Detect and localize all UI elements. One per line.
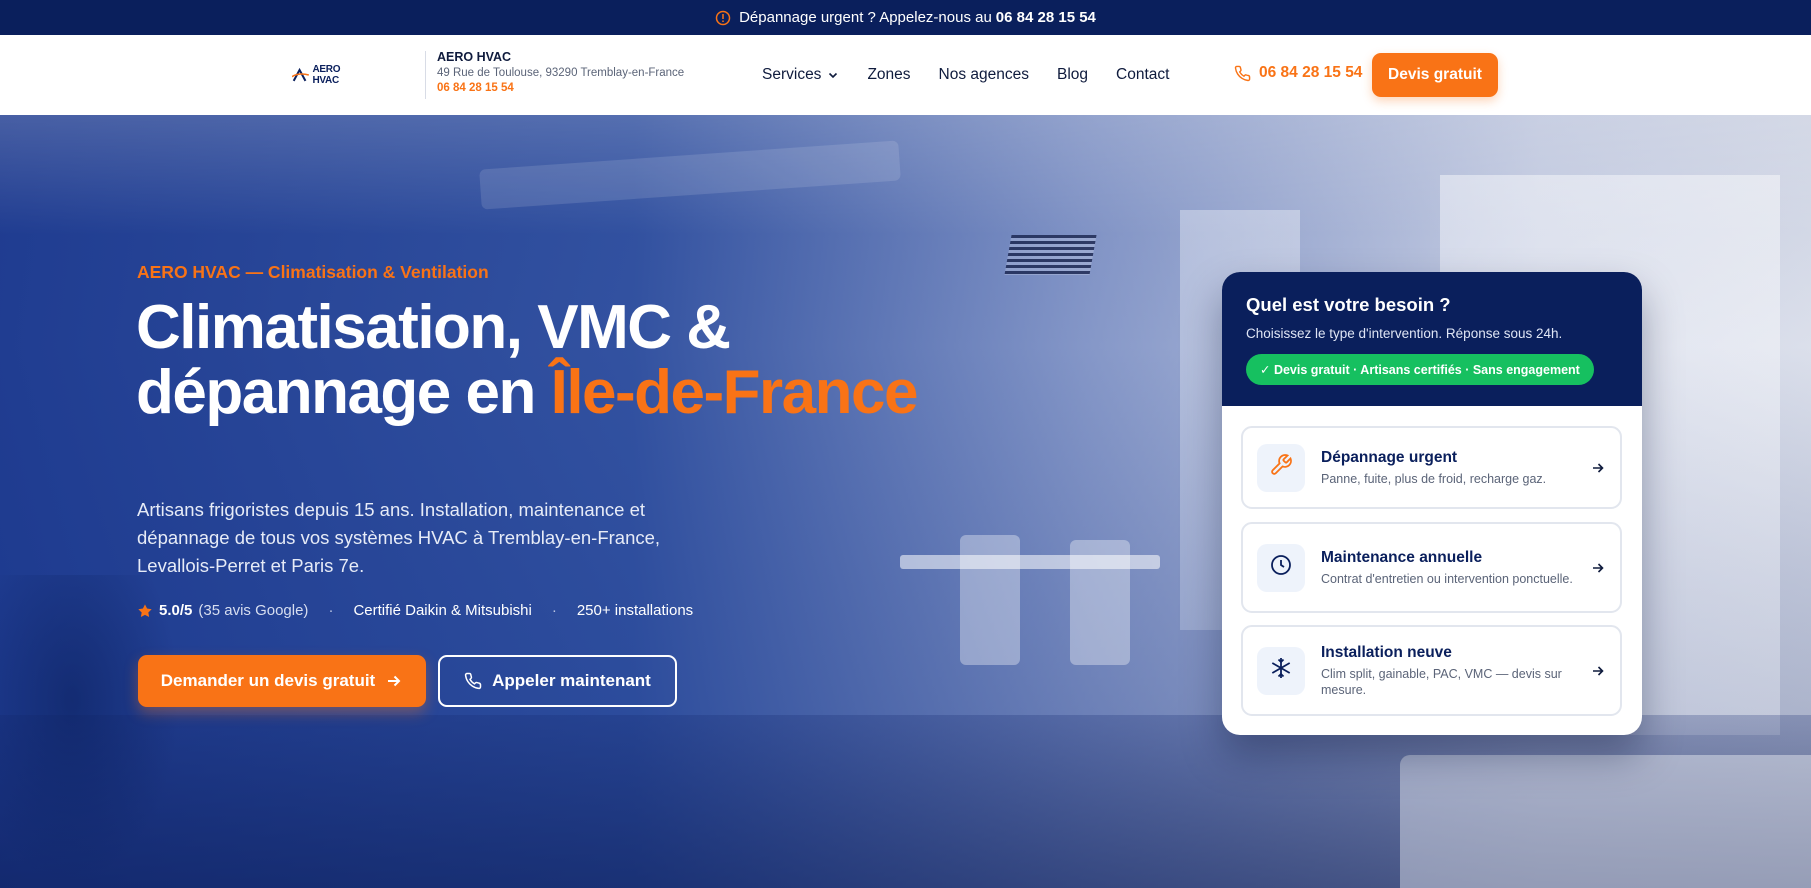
- hero-stats: 5.0/5 (35 avis Google) · Certifié Daikin…: [137, 602, 693, 619]
- hero-subtitle: Artisans frigoristes depuis 15 ans. Inst…: [137, 499, 661, 576]
- brand-divider: [425, 51, 426, 99]
- needs-card-desc: Choisissez le type d'intervention. Répon…: [1246, 326, 1563, 341]
- hero-bg-sofa: [1400, 755, 1811, 888]
- nav-services-label: Services: [762, 66, 822, 83]
- nav-services[interactable]: Services: [762, 66, 839, 84]
- option-depannage-urgent[interactable]: Dépannage urgent Panne, fuite, plus de f…: [1241, 426, 1622, 509]
- option-installation-neuve[interactable]: Installation neuve Clim split, gainable,…: [1241, 625, 1622, 716]
- alert-circle-icon: [715, 10, 731, 26]
- option-maintenance-annuelle[interactable]: Maintenance annuelle Contrat d'entretien…: [1241, 522, 1622, 613]
- logo-text: AERO HVAC: [312, 64, 341, 86]
- option-icon-wrap: [1257, 443, 1305, 492]
- rating-reviews: (35 avis Google): [198, 602, 309, 619]
- main-nav: Services Zones Nos agences Blog Contact: [762, 35, 1169, 115]
- option-desc: Clim split, gainable, PAC, VMC — devis s…: [1321, 666, 1562, 697]
- nav-contact[interactable]: Contact: [1116, 66, 1169, 84]
- brand-address: 49 Rue de Toulouse, 93290 Tremblay-en-Fr…: [437, 67, 685, 79]
- header-phone-number: 06 84 28 15 54: [1259, 64, 1363, 81]
- urgent-banner-text: Dépannage urgent ? Appelez-nous au: [739, 9, 992, 26]
- phone-icon: [464, 672, 482, 690]
- arrow-right-icon: [1590, 663, 1606, 679]
- option-icon-wrap: [1257, 646, 1305, 695]
- hero-title-line2: dépannage en: [136, 358, 551, 427]
- hero-bg-plant: [0, 575, 180, 888]
- nav-zones[interactable]: Zones: [867, 66, 910, 84]
- option-title: Maintenance annuelle: [1321, 548, 1483, 566]
- brand-phone[interactable]: 06 84 28 15 54: [437, 82, 684, 94]
- needs-card-header: Quel est votre besoin ? Choisissez le ty…: [1222, 272, 1642, 406]
- header-phone-link[interactable]: 06 84 28 15 54: [1234, 64, 1362, 82]
- logo-mark-icon: [292, 67, 309, 82]
- option-title: Installation neuve: [1321, 643, 1452, 661]
- brand-info: AERO HVAC 49 Rue de Toulouse, 93290 Trem…: [437, 50, 684, 94]
- option-title: Dépannage urgent: [1321, 448, 1458, 466]
- stats-separator: ·: [551, 602, 557, 619]
- snowflake-icon: [1269, 656, 1293, 685]
- arrow-right-icon: [1590, 560, 1606, 576]
- certified-text: Certifié Daikin & Mitsubishi: [353, 602, 532, 619]
- rating-value: 5.0/5: [159, 602, 193, 619]
- urgent-banner: Dépannage urgent ? Appelez-nous au 06 84…: [0, 0, 1811, 35]
- site-header: AERO HVAC AERO HVAC 49 Rue de Toulouse, …: [0, 35, 1811, 115]
- installations-text: 250+ installations: [576, 602, 694, 619]
- hero-bg-vent: [1004, 235, 1097, 275]
- hero-title: Climatisation, VMC & dépannage en Île-de…: [136, 295, 1036, 425]
- logo[interactable]: AERO HVAC: [292, 63, 360, 87]
- arrow-right-icon: [1590, 460, 1606, 476]
- call-now-button[interactable]: Appeler maintenant: [438, 655, 677, 707]
- stats-separator: ·: [328, 602, 334, 619]
- request-quote-label: Demander un devis gratuit: [160, 671, 376, 690]
- nav-agences[interactable]: Nos agences: [939, 66, 1029, 84]
- devis-gratuit-button[interactable]: Devis gratuit: [1372, 53, 1498, 97]
- option-desc: Contrat d'entretien ou intervention ponc…: [1321, 571, 1573, 586]
- needs-card-title: Quel est votre besoin ?: [1246, 294, 1451, 315]
- chevron-down-icon: [827, 69, 839, 81]
- arrow-right-icon: [385, 672, 403, 690]
- hero-eyebrow: AERO HVAC — Climatisation & Ventilation: [137, 262, 489, 282]
- clock-icon: [1269, 553, 1293, 582]
- star-icon: [137, 603, 153, 619]
- call-now-label: Appeler maintenant: [492, 671, 651, 690]
- brand-name: AERO HVAC: [437, 50, 512, 64]
- hero-bg-table: [900, 555, 1160, 569]
- hero-title-line1: Climatisation, VMC &: [136, 293, 731, 362]
- phone-icon: [1234, 65, 1251, 82]
- option-icon-wrap: [1257, 543, 1305, 592]
- hero-title-accent: Île-de-France: [550, 358, 919, 427]
- option-desc: Panne, fuite, plus de froid, recharge ga…: [1321, 471, 1547, 486]
- needs-card: Quel est votre besoin ? Choisissez le ty…: [1222, 272, 1642, 735]
- request-quote-button[interactable]: Demander un devis gratuit: [138, 655, 426, 707]
- wrench-icon: [1269, 453, 1293, 482]
- urgent-banner-phone[interactable]: 06 84 28 15 54: [996, 9, 1096, 26]
- nav-blog[interactable]: Blog: [1057, 66, 1088, 84]
- guarantee-badge: ✓ Devis gratuit · Artisans certifiés · S…: [1246, 354, 1594, 385]
